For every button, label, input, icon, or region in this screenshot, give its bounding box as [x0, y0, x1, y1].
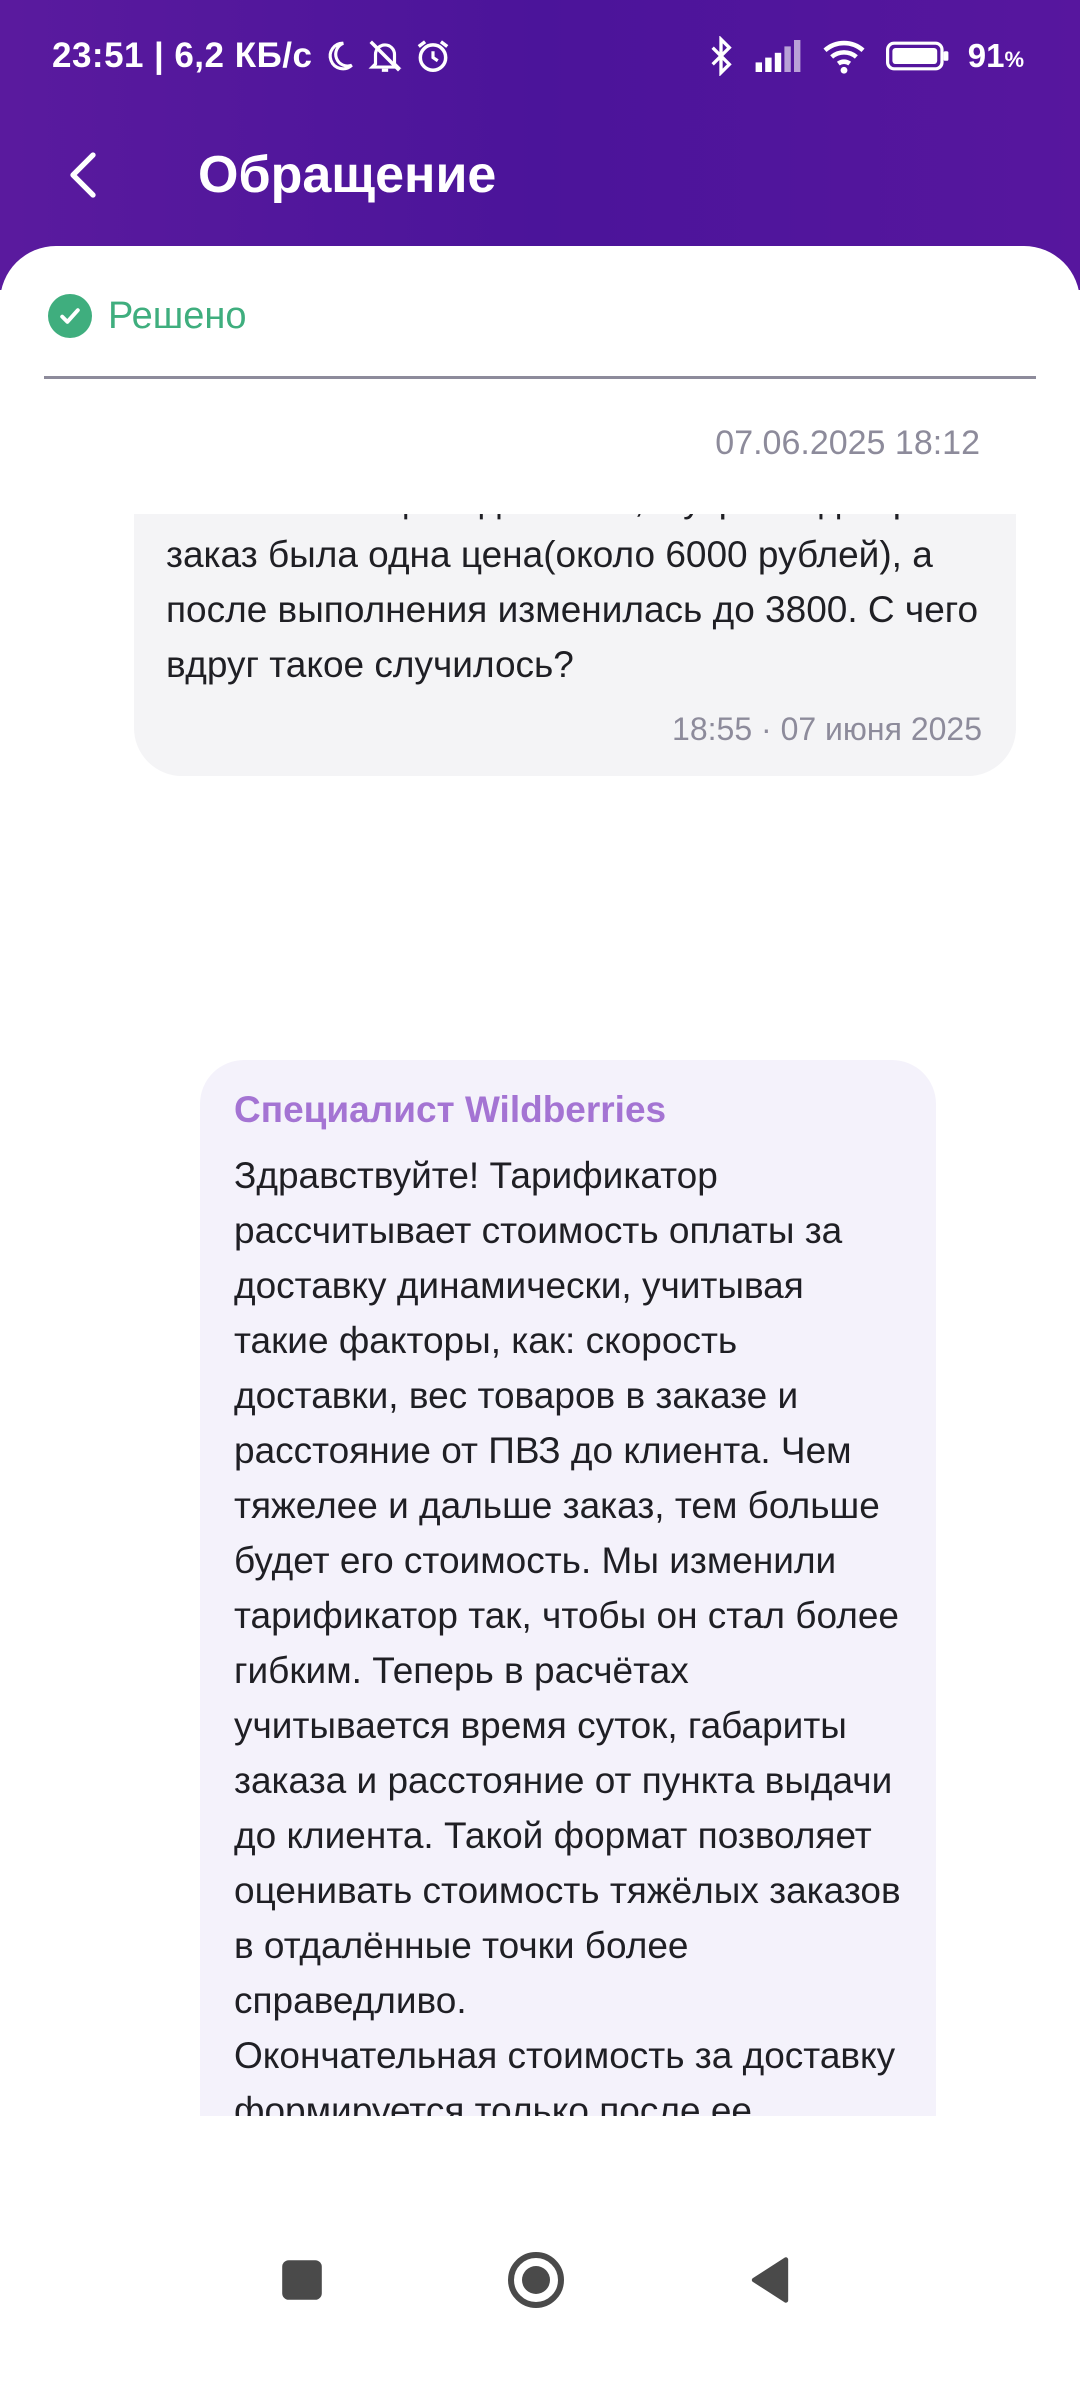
support-author: Специалист Wildberries	[234, 1089, 667, 1130]
status-separator: |	[154, 36, 165, 75]
alarm-icon	[414, 37, 452, 75]
ticket-date: 07.06.2025 18:12	[715, 424, 980, 462]
network-speed: 6,2 КБ/с	[174, 36, 313, 75]
home-button[interactable]	[486, 2230, 586, 2330]
battery-percent: 91%	[967, 37, 1024, 74]
back-nav-button[interactable]	[720, 2230, 820, 2330]
messages-list[interactable]: Изменилась цена доставки, с утра когда б…	[0, 514, 1080, 2116]
battery-icon	[885, 40, 950, 72]
user-message-text: Изменилась цена доставки, с утра когда б…	[166, 514, 979, 685]
system-nav-bar	[0, 2230, 1080, 2350]
status-time: 23:51	[52, 36, 145, 75]
check-circle-icon	[48, 294, 92, 338]
status-right: 91%	[706, 36, 1024, 76]
divider	[44, 376, 1036, 379]
moon-icon	[322, 39, 356, 73]
ticket-status: Решено	[48, 294, 247, 338]
page-title: Обращение	[198, 146, 497, 204]
back-triangle-icon	[751, 2257, 789, 2303]
wifi-icon	[820, 37, 868, 75]
status-label: Решено	[108, 294, 247, 337]
support-message-bubble: Специалист Wildberries Здравствуйте! Тар…	[200, 1060, 936, 2116]
recents-square-icon	[282, 2260, 322, 2300]
ticket-content: Решено 07.06.2025 18:12 Изменилась цена …	[0, 246, 1080, 2116]
signal-icon	[754, 39, 802, 73]
support-message-text: Здравствуйте! Тарификатор рассчитывает с…	[234, 1155, 901, 2116]
muted-bell-icon	[366, 37, 404, 75]
status-bar: 23:51 | 6,2 КБ/с 91%	[0, 0, 1080, 120]
status-left: 23:51 | 6,2 КБ/с	[52, 36, 452, 76]
user-message-bubble: Изменилась цена доставки, с утра когда б…	[134, 514, 1016, 776]
back-button[interactable]	[48, 140, 118, 210]
top-app-bar: Обращение	[0, 110, 1080, 240]
home-circle-icon	[508, 2252, 564, 2308]
chevron-left-icon	[70, 152, 96, 198]
bluetooth-icon	[706, 36, 736, 76]
recents-button[interactable]	[252, 2230, 352, 2330]
message-timestamp: 18:55 · 07 июня 2025	[672, 711, 982, 747]
